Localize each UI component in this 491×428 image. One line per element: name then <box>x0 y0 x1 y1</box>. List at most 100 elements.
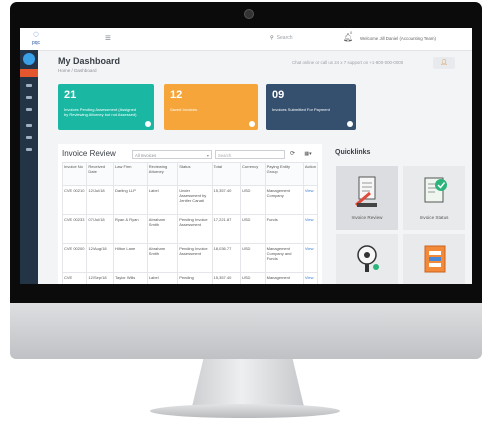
sidebar-item-tags[interactable] <box>26 148 32 151</box>
view-link[interactable]: View <box>305 275 314 280</box>
logo-text: pqc <box>31 40 41 46</box>
top-bar: ◌ pqc ≡ ⚲ Search 🔔︎ 0 Welcome Jill Daniel… <box>20 28 472 51</box>
sidebar-item-reports[interactable] <box>26 108 32 111</box>
monitor-base <box>150 404 340 418</box>
invoice-status-icon <box>424 177 447 203</box>
cell: Funds <box>264 214 304 244</box>
column-header[interactable]: Received Date <box>86 162 115 186</box>
quicklink-label: Invoice Status <box>419 215 449 220</box>
avatar[interactable] <box>23 53 35 65</box>
column-header[interactable]: Total <box>211 162 242 186</box>
cell: 15,357.40 <box>211 272 242 284</box>
screen: ◌ pqc ≡ ⚲ Search 🔔︎ 0 Welcome Jill Daniel… <box>20 28 472 284</box>
sidebar-item-users[interactable] <box>26 136 32 139</box>
invoice-review-title: Invoice Review <box>62 149 116 158</box>
quicklink-reports[interactable] <box>403 234 465 284</box>
hamburger-menu-icon[interactable]: ≡ <box>105 33 111 44</box>
global-search[interactable]: ⚲ Search <box>270 33 320 44</box>
cell: USD <box>240 272 266 284</box>
tile-label: Invoices Pending Assessment (Assigned by… <box>64 107 137 117</box>
cell: CVE 00210 <box>61 185 88 215</box>
cell: Pending <box>177 272 213 284</box>
tile-submitted-for-payment[interactable]: 09 Invoices Submitted For Payment <box>266 84 356 130</box>
breadcrumb[interactable]: Home / Dashboard <box>58 68 97 73</box>
sidebar-item-chart[interactable] <box>26 124 32 127</box>
cell: USD <box>240 185 266 215</box>
chevron-down-icon: ▾ <box>206 153 209 158</box>
invoice-review-icon <box>355 176 377 207</box>
cell: Hilton Lane <box>113 243 148 273</box>
table-row[interactable]: CVE 12/Sep/18 Taylor Wills Label Pending… <box>61 272 319 284</box>
cell: 15,357.40 <box>211 185 242 215</box>
cell: Management <box>264 272 304 284</box>
sidebar-item-invoices[interactable] <box>26 96 32 99</box>
arrow-right-icon[interactable] <box>249 121 255 127</box>
invoice-table: Invoice No Received Date Law Firm Review… <box>61 162 319 284</box>
cell: CVE 00233 <box>61 214 88 244</box>
cell: Pending Invoice Assessment <box>177 243 213 273</box>
tile-pending-assessment[interactable]: 21 Invoices Pending Assessment (Assigned… <box>58 84 154 130</box>
invoice-filter-value: All Invoices <box>135 153 157 158</box>
tile-label: Invoices Submitted For Payment <box>272 107 330 112</box>
quicklink-invoice-review[interactable]: Invoice Review <box>336 166 398 230</box>
support-text: Chat online or call us 24 x 7 support on… <box>292 60 404 65</box>
sidebar-item-home[interactable] <box>20 69 38 77</box>
cell: 12/Aug/18 <box>86 243 115 273</box>
cell: Management Company <box>264 185 304 215</box>
search-icon: ⚲ <box>270 35 274 41</box>
cell: 18,036.77 <box>211 243 242 273</box>
cell: Under Assessment by Jenifer Canati <box>177 185 213 215</box>
quicklink-approval[interactable] <box>336 234 398 284</box>
table-row[interactable]: CVE 00210 12/Jul/18 Darling LLP Label Un… <box>61 185 319 215</box>
monitor-chin <box>10 303 482 359</box>
cell: CVE 00200 <box>61 243 88 273</box>
view-link[interactable]: View <box>305 188 314 193</box>
invoice-search-input[interactable]: Search <box>215 150 285 159</box>
cell: Ryan & Ryan <box>113 214 148 244</box>
quicklinks-panel: Quicklinks Invoice Review Invoice Status <box>330 144 472 284</box>
columns-menu-icon[interactable]: ▦▾ <box>300 150 316 159</box>
tile-saved-invoices[interactable]: 12 Saved Invoices <box>164 84 258 130</box>
cell: 12/Sep/18 <box>86 272 115 284</box>
reports-icon <box>424 245 446 273</box>
tile-label: Saved Invoices <box>170 107 198 112</box>
sidebar-item-settings[interactable] <box>26 84 32 87</box>
column-header[interactable]: Paying Entity Group <box>264 162 304 186</box>
column-header[interactable]: Status <box>177 162 213 186</box>
cell: Label <box>146 185 179 215</box>
invoice-filter-select[interactable]: All Invoices ▾ <box>132 150 212 159</box>
quicklink-invoice-status[interactable]: Invoice Status <box>403 166 465 230</box>
cell: 12/Jul/18 <box>86 185 115 215</box>
refresh-icon[interactable]: ⟳ <box>287 150 298 159</box>
cell: USD <box>240 243 266 273</box>
table-header-row: Invoice No Received Date Law Firm Review… <box>61 162 319 186</box>
table-row[interactable]: CVE 00233 07/Jul/18 Ryan & Ryan Abraham … <box>61 214 319 244</box>
arrow-right-icon[interactable] <box>145 121 151 127</box>
cell: Abraham Smith <box>146 214 179 244</box>
global-search-placeholder: Search <box>276 35 293 41</box>
column-header[interactable]: Law Firm <box>113 162 148 186</box>
cell: CVE <box>61 272 88 284</box>
tile-number: 21 <box>64 89 77 101</box>
cell: 07/Jul/18 <box>86 214 115 244</box>
notification-badge: 0 <box>350 30 353 35</box>
monitor: ◌ pqc ≡ ⚲ Search 🔔︎ 0 Welcome Jill Daniel… <box>0 0 491 428</box>
app-logo[interactable]: ◌ pqc <box>25 30 47 48</box>
quicklink-label: Invoice Review <box>351 215 383 220</box>
cell: 17,221.87 <box>211 214 242 244</box>
column-header[interactable]: Reviewing Attorney <box>146 162 179 186</box>
view-link[interactable]: View <box>305 246 314 251</box>
cell: Label <box>146 272 179 284</box>
view-link[interactable]: View <box>305 217 314 222</box>
table-row[interactable]: CVE 00200 12/Aug/18 Hilton Lane Abraham … <box>61 243 319 273</box>
page-title: My Dashboard <box>58 56 121 66</box>
cell: Abraham Smith <box>146 243 179 273</box>
team-button[interactable]: 👤︎ <box>433 57 455 69</box>
cell: Darling LLP <box>113 185 148 215</box>
invoice-review-panel: Invoice Review All Invoices ▾ Search ⟳ ▦… <box>58 144 322 284</box>
arrow-right-icon[interactable] <box>347 121 353 127</box>
welcome-text[interactable]: Welcome Jill Daniel (Accounting Team) <box>360 36 436 41</box>
column-header[interactable]: Currency <box>240 162 266 186</box>
tile-number: 09 <box>272 89 285 101</box>
column-header[interactable]: Invoice No <box>61 162 88 186</box>
